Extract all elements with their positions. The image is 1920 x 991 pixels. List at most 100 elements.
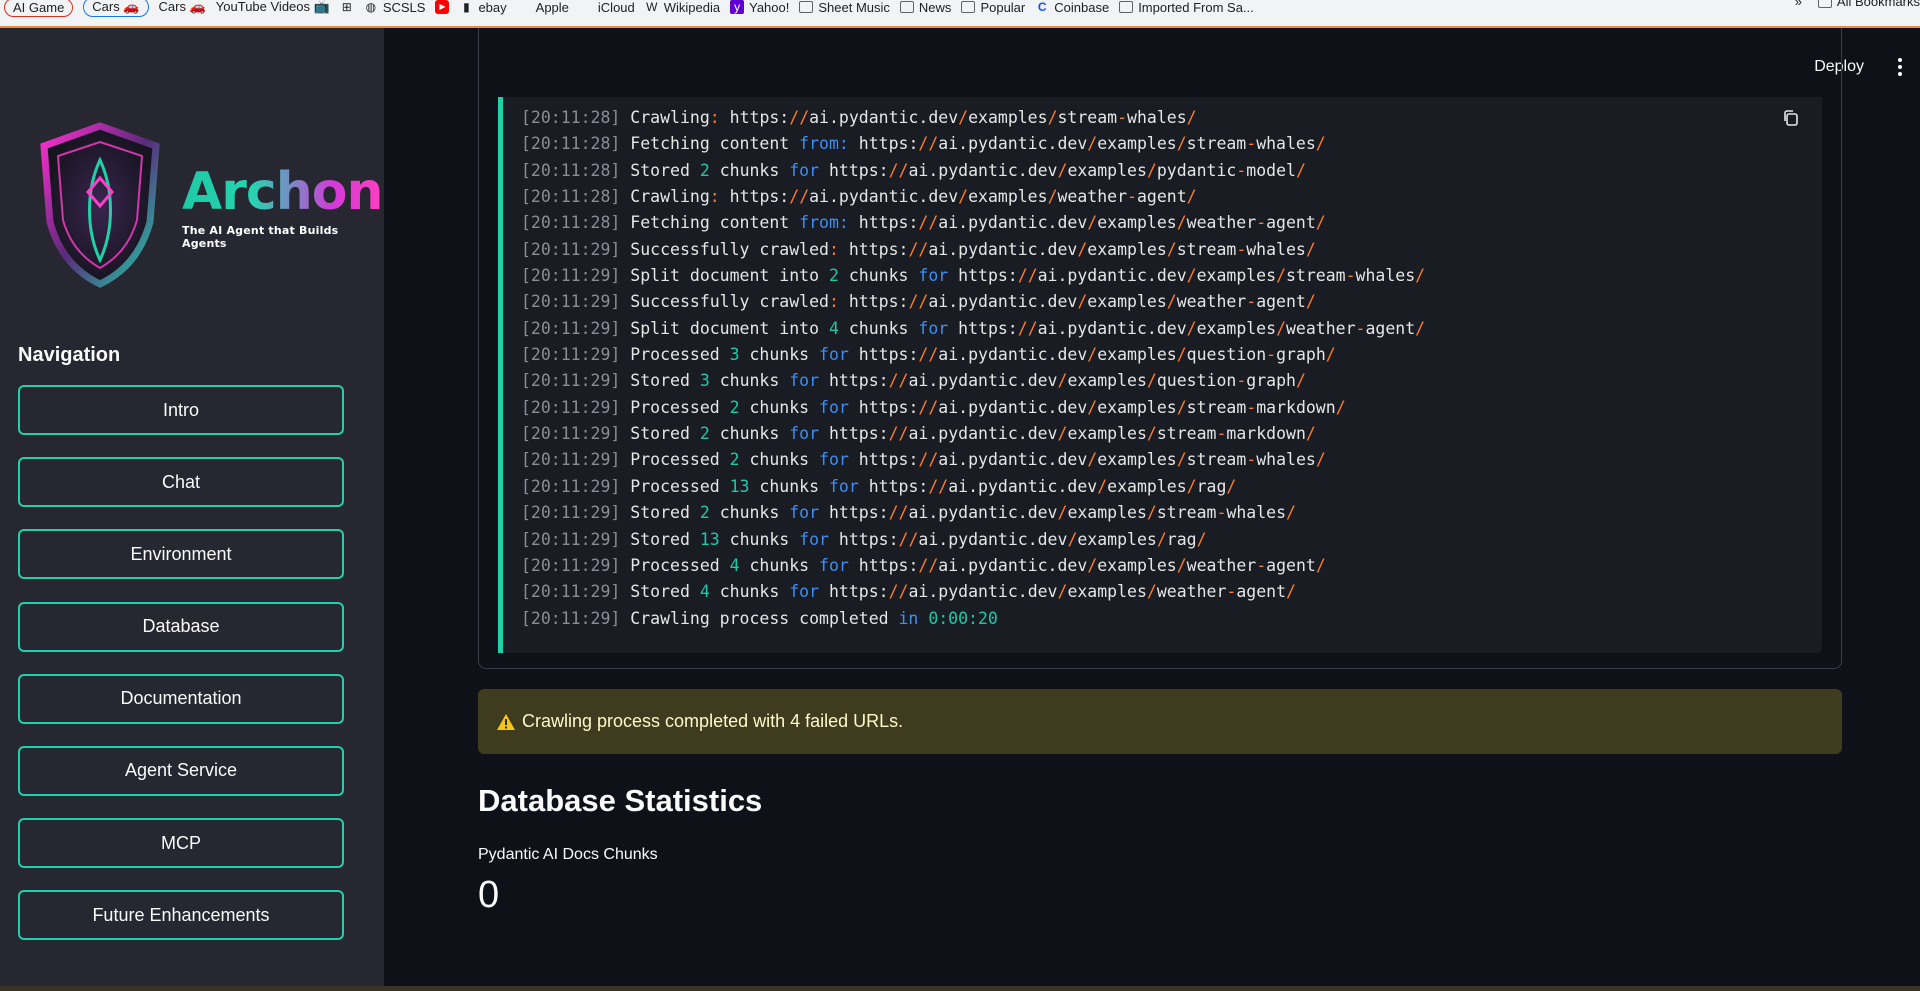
bookmark-item[interactable]: Sheet Music: [799, 0, 890, 15]
log-timestamp: [20:11:29]: [521, 318, 621, 338]
log-line: [20:11:29] Stored 2 chunks for https://a…: [521, 421, 1425, 447]
nav-button-chat[interactable]: Chat: [18, 457, 344, 508]
log-line: [20:11:28] Stored 2 chunks for https://a…: [521, 158, 1425, 184]
nav-button-agent-service[interactable]: Agent Service: [18, 745, 344, 796]
bookmark-item[interactable]: Imported From Sa...: [1119, 0, 1254, 15]
bookmark-label: Popular: [980, 0, 1026, 15]
bookmark-label: SCSLS: [382, 0, 426, 15]
bookmark-item[interactable]: Apple: [517, 0, 569, 15]
folder-icon: [961, 1, 976, 13]
bookmark-item[interactable]: ◍ SCSLS: [364, 0, 426, 15]
bookmarks-overflow-button[interactable]: »: [1795, 0, 1802, 9]
bookmark-item[interactable]: ⊞: [340, 0, 354, 14]
bookmark-label: AI Game: [13, 0, 65, 15]
copy-icon[interactable]: [1782, 109, 1800, 127]
log-timestamp: [20:11:28]: [521, 213, 621, 233]
log-timestamp: [20:11:29]: [521, 292, 621, 312]
log-message: Crawling process completed in 0:00:20: [630, 608, 998, 628]
wikipedia-icon: W: [646, 0, 658, 14]
bookmarks-bar: AI Game Cars 🚗 Cars 🚗 YouTube Videos 📺 ⊞ ◍ SCS…: [0, 0, 1920, 29]
nav-button-environment[interactable]: Environment: [18, 529, 344, 580]
warning-icon: [497, 713, 515, 730]
bookmark-label: Imported From Sa...: [1138, 0, 1254, 15]
log-timestamp: [20:11:29]: [521, 555, 621, 575]
bookmark-item[interactable]: y Yahoo!: [730, 0, 789, 15]
bookmark-item[interactable]: AI Game: [4, 0, 74, 17]
log-line: [20:11:29] Split document into 2 chunks …: [521, 263, 1425, 289]
log-timestamp: [20:11:29]: [521, 503, 621, 523]
bookmark-label: Wikipedia: [663, 0, 721, 15]
bookmark-item[interactable]: ▶: [435, 0, 450, 14]
bookmark-item[interactable]: Cars 🚗: [159, 0, 206, 15]
logo-text: Archon The AI Agent that Builds Agents: [182, 166, 384, 250]
log-timestamp: [20:11:29]: [521, 266, 621, 286]
log-message: Processed 4 chunks for https://ai.pydant…: [630, 555, 1326, 575]
log-line: [20:11:29] Processed 3 chunks for https:…: [521, 342, 1425, 368]
log-timestamp: [20:11:29]: [521, 529, 621, 549]
nav-button-mcp[interactable]: MCP: [18, 818, 344, 869]
nav-button-documentation[interactable]: Documentation: [18, 673, 344, 724]
bookmark-item[interactable]: Cars 🚗: [83, 0, 149, 17]
nav-button-intro[interactable]: Intro: [18, 385, 344, 435]
bookmark-item[interactable]: YouTube Videos 📺: [216, 0, 330, 15]
youtube-icon: ▶: [435, 0, 450, 14]
log-message: Crawling: https://ai.pydantic.dev/exampl…: [630, 108, 1197, 127]
log-line: [20:11:29] Crawling process completed in…: [521, 606, 1425, 632]
bookmarks-right: » All Bookmarks: [1795, 0, 1920, 9]
bookmark-label: Sheet Music: [818, 0, 890, 15]
navigation-list: Intro Chat Environment Database Documentatio…: [18, 385, 348, 963]
bookmark-item[interactable]: News: [899, 0, 952, 15]
globe-icon: ◍: [365, 0, 377, 14]
log-message: Crawling: https://ai.pydantic.dev/exampl…: [630, 187, 1197, 207]
log-message: Stored 2 chunks for https://ai.pydantic.…: [630, 424, 1316, 444]
log-message: Processed 2 chunks for https://ai.pydant…: [630, 397, 1346, 417]
apps-grid-icon: ⊞: [341, 0, 352, 14]
log-timestamp: [20:11:29]: [521, 371, 621, 391]
log-timestamp: [20:11:29]: [521, 239, 621, 259]
folder-icon: [899, 1, 914, 13]
all-bookmarks-label: All Bookmarks: [1836, 0, 1920, 9]
apple-icon: [579, 0, 593, 14]
bookmark-label: Yahoo!: [749, 0, 790, 15]
bookmark-label: Cars 🚗: [92, 0, 140, 14]
bookmarks-list: AI Game Cars 🚗 Cars 🚗 YouTube Videos 📺 ⊞ ◍ SCS…: [0, 0, 1254, 17]
bookmark-item[interactable]: iCloud: [579, 0, 635, 15]
log-message: Split document into 4 chunks for https:/…: [630, 318, 1426, 338]
warning-text: Crawling process completed with 4 failed…: [522, 711, 904, 731]
sidebar: Archon The AI Agent that Builds Agents N…: [0, 28, 384, 991]
bookmark-item[interactable]: Popular: [961, 0, 1025, 15]
bookmark-label: Coinbase: [1054, 0, 1110, 15]
log-code-block: [20:11:28] Crawling: https://ai.pydantic…: [498, 97, 1822, 653]
bookmark-item[interactable]: ▮ ebay: [459, 0, 507, 15]
log-timestamp: [20:11:29]: [521, 608, 621, 628]
log-message: Fetching content from: https://ai.pydant…: [630, 213, 1326, 233]
coinbase-icon: C: [1037, 0, 1047, 14]
navigation-heading: Navigation: [18, 344, 121, 366]
log-message: Stored 3 chunks for https://ai.pydantic.…: [630, 371, 1306, 391]
main-menu-button[interactable]: [1898, 58, 1902, 79]
folder-icon: [799, 1, 814, 13]
yahoo-icon: y: [730, 0, 745, 14]
folder-icon: [1119, 1, 1134, 13]
logo-title: Archon: [182, 162, 383, 222]
bookmark-item[interactable]: C Coinbase: [1035, 0, 1109, 15]
nav-button-database[interactable]: Database: [18, 601, 344, 652]
bookmark-label: News: [918, 0, 952, 15]
log-line: [20:11:28] Crawling: https://ai.pydantic…: [521, 105, 1425, 131]
bookmark-item[interactable]: W Wikipedia: [645, 0, 720, 15]
log-line: [20:11:29] Processed 2 chunks for https:…: [521, 447, 1425, 473]
bookmark-label: iCloud: [597, 0, 635, 15]
database-statistics-heading: Database Statistics: [478, 783, 763, 818]
all-bookmarks-button[interactable]: All Bookmarks: [1817, 0, 1920, 9]
nav-button-future-enhancements[interactable]: Future Enhancements: [18, 890, 344, 941]
log-lines: [20:11:28] Crawling: https://ai.pydantic…: [521, 105, 1425, 632]
log-message: Fetching content from: https://ai.pydant…: [630, 134, 1326, 154]
bookmark-label: Apple: [535, 0, 569, 15]
log-line: [20:11:29] Stored 4 chunks for https://a…: [521, 579, 1425, 605]
log-line: [20:11:29] Stored 13 chunks for https://…: [521, 527, 1425, 553]
log-message: Split document into 2 chunks for https:/…: [630, 266, 1426, 286]
bookmark-label: ebay: [478, 0, 507, 15]
log-message: Processed 13 chunks for https://ai.pydan…: [630, 476, 1237, 496]
log-timestamp: [20:11:29]: [521, 450, 621, 470]
logo-subtitle: The AI Agent that Builds Agents: [182, 224, 339, 250]
